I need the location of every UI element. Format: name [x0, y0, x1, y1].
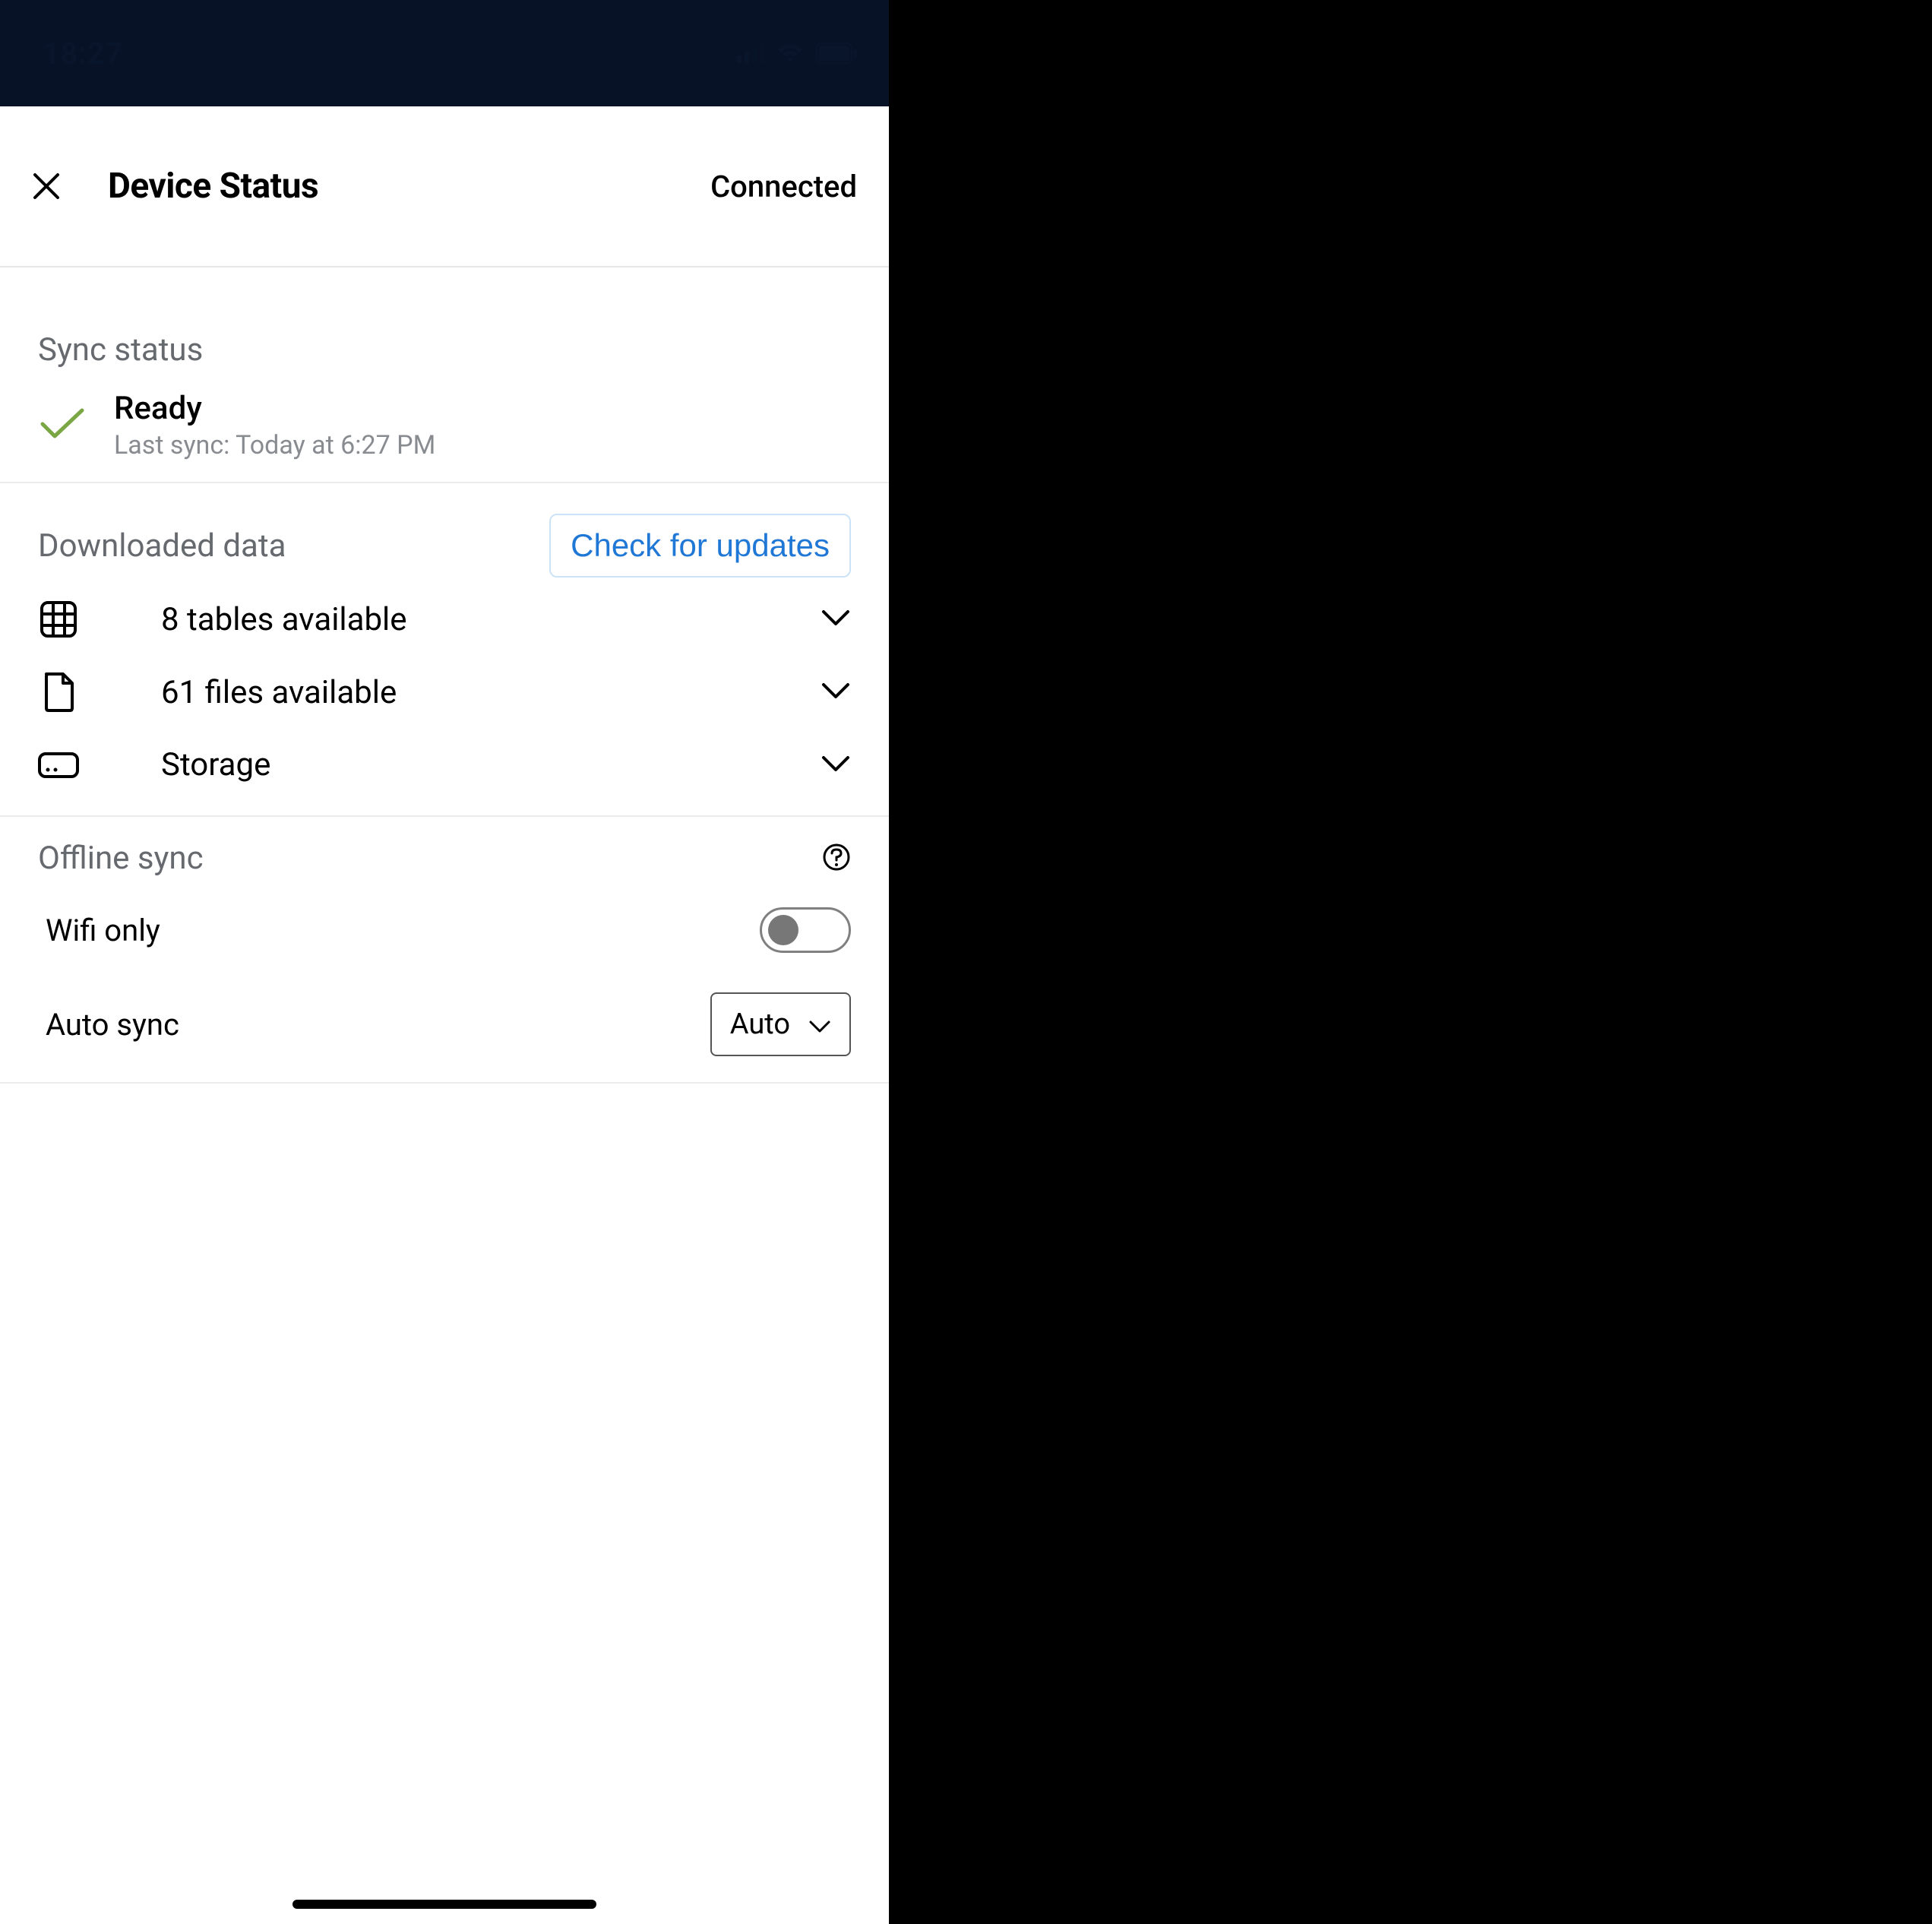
auto-sync-value: Auto — [730, 1008, 790, 1041]
storage-label: Storage — [161, 746, 779, 783]
checkmark-icon — [38, 406, 87, 445]
tables-label: 8 tables available — [161, 601, 779, 638]
tables-row[interactable]: 8 tables available — [0, 584, 889, 655]
close-icon[interactable] — [32, 172, 61, 201]
downloaded-data-label: Downloaded data — [38, 527, 286, 565]
storage-icon — [38, 752, 79, 779]
chevron-down-icon — [821, 755, 851, 776]
auto-sync-select[interactable]: Auto — [710, 992, 851, 1056]
auto-sync-row: Auto sync Auto — [0, 979, 889, 1082]
connection-status: Connected — [710, 169, 857, 204]
nav-bar: Device Status Connected — [0, 106, 889, 267]
check-updates-button[interactable]: Check for updates — [549, 514, 851, 578]
chevron-down-icon — [821, 682, 851, 703]
cellular-icon — [737, 43, 764, 63]
page-title: Device Status — [108, 166, 663, 207]
sync-status-header: Sync status — [0, 331, 889, 390]
device-status-screen: 18:27 Device Status Connected Sync statu… — [0, 0, 889, 1924]
downloaded-data-section: Downloaded data Check for updates 8 tabl… — [0, 483, 889, 817]
chevron-down-icon — [808, 1008, 831, 1041]
wifi-only-toggle[interactable] — [760, 907, 851, 953]
file-icon — [38, 672, 79, 713]
black-area — [889, 0, 1932, 1924]
table-icon — [38, 600, 79, 638]
files-row[interactable]: 61 files available — [0, 655, 889, 729]
wifi-only-label: Wifi only — [46, 913, 760, 948]
offline-sync-section: Offline sync Wifi only Auto sync Auto — [0, 817, 889, 1084]
last-sync-text: Last sync: Today at 6:27 PM — [114, 430, 435, 460]
status-time: 18:27 — [43, 36, 123, 71]
chevron-down-icon — [821, 609, 851, 630]
storage-row[interactable]: Storage — [0, 729, 889, 800]
status-bar: 18:27 — [0, 0, 889, 106]
help-icon[interactable] — [822, 843, 851, 875]
sync-state: Ready — [114, 390, 435, 427]
auto-sync-label: Auto sync — [46, 1007, 710, 1043]
battery-icon — [816, 43, 858, 64]
files-label: 61 files available — [161, 674, 779, 711]
home-indicator[interactable] — [292, 1900, 596, 1909]
offline-sync-label: Offline sync — [38, 840, 822, 877]
wifi-icon — [775, 42, 805, 65]
wifi-only-row: Wifi only — [0, 894, 889, 979]
sync-status-label: Sync status — [38, 331, 203, 369]
sync-status-row: Ready Last sync: Today at 6:27 PM — [0, 390, 889, 483]
status-indicators — [737, 42, 858, 65]
